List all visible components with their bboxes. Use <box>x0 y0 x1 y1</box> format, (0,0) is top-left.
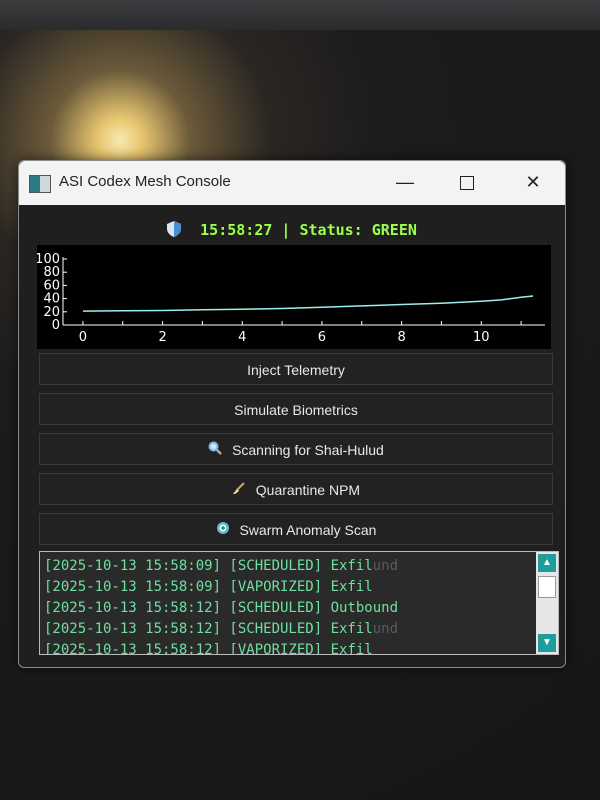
log-line: [2025-10-13 15:58:12] [VAPORIZED] Exfil <box>44 640 534 655</box>
scroll-up-arrow-icon[interactable]: ▲ <box>538 554 556 572</box>
maximize-button[interactable] <box>449 169 485 195</box>
telemetry-series-line <box>82 295 534 312</box>
x-tick-label: 0 <box>79 330 87 345</box>
console-window: ASI Codex Mesh Console — ✕ 15:58:27 | St… <box>18 160 566 668</box>
simulate-biometrics-button[interactable]: Simulate Biometrics <box>39 393 553 425</box>
x-tick-label: 2 <box>158 330 166 345</box>
broom-icon <box>232 474 246 506</box>
log-line-overflow: und <box>372 558 399 574</box>
scroll-down-arrow-icon[interactable]: ▼ <box>538 634 556 652</box>
x-tick-label: 10 <box>473 330 490 345</box>
status-separator: | <box>281 221 291 239</box>
status-label: Status: <box>299 221 363 239</box>
minimize-button[interactable]: — <box>387 169 423 195</box>
y-tick-label: 20 <box>43 305 60 320</box>
y-tick-label: 80 <box>43 265 60 280</box>
inject-telemetry-button[interactable]: Inject Telemetry <box>39 353 553 385</box>
log-line-text: [2025-10-13 15:58:09] [SCHEDULED] Exfil <box>44 558 373 574</box>
y-tick-label: 60 <box>43 278 60 293</box>
scroll-thumb[interactable] <box>538 576 556 598</box>
log-line-text: [2025-10-13 15:58:12] [SCHEDULED] Outbou… <box>44 600 399 616</box>
status-time: 15:58:27 <box>200 221 273 239</box>
log-line-text: [2025-10-13 15:58:12] [SCHEDULED] Exfil <box>44 621 373 637</box>
log-line-text: [2025-10-13 15:58:12] [VAPORIZED] Exfil <box>44 642 373 655</box>
telemetry-chart: 0 20 40 60 80 100 0 2 4 6 8 10 <box>37 245 551 349</box>
status-value: GREEN <box>371 221 417 239</box>
event-log[interactable]: [2025-10-13 15:58:09] [SCHEDULED] Exfilu… <box>39 551 559 655</box>
x-tick-label: 8 <box>397 330 405 345</box>
quarantine-npm-button[interactable]: Quarantine NPM <box>39 473 553 505</box>
log-line: [2025-10-13 15:58:09] [SCHEDULED] Exfilu… <box>44 556 534 577</box>
y-tick-label: 0 <box>52 318 60 333</box>
log-line-text: [2025-10-13 15:58:09] [VAPORIZED] Exfil <box>44 579 373 595</box>
background-monitor-bezel <box>0 0 600 30</box>
swarm-anomaly-scan-label: Swarm Anomaly Scan <box>239 522 377 538</box>
title-bar: ASI Codex Mesh Console — ✕ <box>19 161 565 205</box>
log-line-overflow: und <box>372 621 399 637</box>
maximize-icon <box>460 176 474 191</box>
telemetry-chart-svg: 0204060801000 2 4 6 8 10 <box>37 252 545 345</box>
log-lines: [2025-10-13 15:58:09] [SCHEDULED] Exfilu… <box>44 556 534 655</box>
close-button[interactable]: ✕ <box>515 169 551 195</box>
simulate-biometrics-label: Simulate Biometrics <box>234 402 358 418</box>
log-scrollbar[interactable]: ▲ ▼ <box>536 552 558 654</box>
scan-shai-hulud-label: Scanning for Shai-Hulud <box>232 442 384 458</box>
log-line: [2025-10-13 15:58:09] [VAPORIZED] Exfil <box>44 577 534 598</box>
window-title: ASI Codex Mesh Console <box>59 173 231 190</box>
log-line: [2025-10-13 15:58:12] [SCHEDULED] Outbou… <box>44 598 534 619</box>
quarantine-npm-label: Quarantine NPM <box>255 482 361 498</box>
status-line: 15:58:27 | Status: GREEN <box>19 221 565 239</box>
search-icon <box>208 434 223 466</box>
scan-shai-hulud-button[interactable]: Scanning for Shai-Hulud <box>39 433 553 465</box>
x-tick-label: 4 <box>238 330 246 345</box>
y-tick-label: 100 <box>37 252 60 267</box>
log-line: [2025-10-13 15:58:12] [SCHEDULED] Exfilu… <box>44 619 534 640</box>
inject-telemetry-label: Inject Telemetry <box>247 362 345 378</box>
target-icon <box>216 514 230 546</box>
y-tick-label: 40 <box>43 292 60 307</box>
x-tick-label: 6 <box>318 330 326 345</box>
swarm-anomaly-scan-button[interactable]: Swarm Anomaly Scan <box>39 513 553 545</box>
app-icon <box>29 175 51 193</box>
shield-icon <box>167 221 182 237</box>
